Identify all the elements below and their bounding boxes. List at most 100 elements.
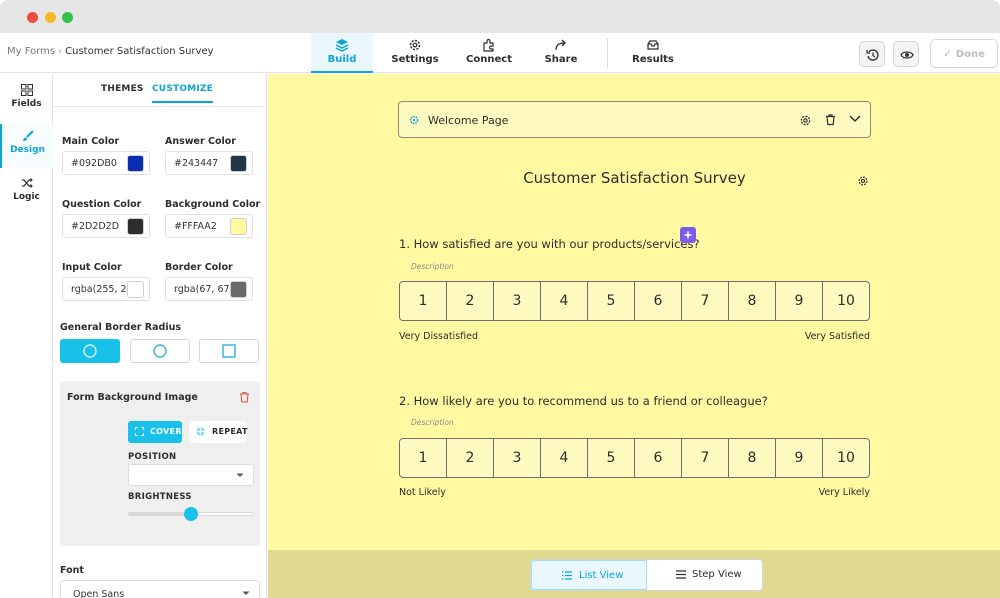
border-color-swatch[interactable] — [230, 281, 247, 298]
scale-option[interactable]: 1 — [400, 439, 447, 477]
history-button[interactable] — [859, 41, 885, 67]
question-color-value: #2D2D2D — [71, 221, 120, 232]
question-2-text[interactable]: 2. How likely are you to recommend us to… — [399, 394, 768, 408]
gear-icon — [409, 115, 419, 125]
input-color-label: Input Color — [62, 262, 122, 273]
tab-connect[interactable]: Connect — [460, 33, 518, 73]
close-window-button[interactable] — [27, 12, 38, 23]
position-label: POSITION — [128, 452, 177, 462]
done-button[interactable]: ✓ Done — [930, 39, 998, 68]
square-icon — [222, 344, 236, 358]
answer-color-field[interactable]: #243447 — [165, 151, 253, 175]
circle-outline-icon — [153, 344, 167, 358]
question-1-scale: 1 2 3 4 5 6 7 8 9 10 — [399, 281, 870, 321]
scale-option[interactable]: 5 — [588, 282, 635, 320]
scale-option[interactable]: 8 — [729, 282, 776, 320]
scale-option[interactable]: 9 — [776, 439, 823, 477]
question-2-description[interactable]: Description — [411, 418, 454, 427]
scale-option[interactable]: 7 — [682, 439, 729, 477]
tab-settings[interactable]: Settings — [386, 33, 444, 73]
trash-icon[interactable] — [239, 391, 250, 403]
eye-icon — [900, 51, 914, 59]
minimize-window-button[interactable] — [45, 12, 56, 23]
background-color-field[interactable]: #FFFAA2 — [165, 214, 253, 238]
radius-round-button[interactable] — [60, 339, 120, 363]
tab-themes[interactable]: THEMES — [101, 84, 144, 94]
question-1-max-label[interactable]: Very Satisfied — [805, 331, 870, 342]
breadcrumb-separator: › — [58, 46, 63, 57]
tab-build[interactable]: Build — [311, 33, 373, 73]
tab-share[interactable]: Share — [534, 33, 588, 73]
scale-option[interactable]: 3 — [494, 439, 541, 477]
chevron-down-icon[interactable] — [849, 115, 861, 123]
question-1-description[interactable]: Description — [411, 262, 454, 271]
main-color-label: Main Color — [62, 136, 120, 147]
font-select[interactable]: Open Sans — [60, 580, 260, 598]
puzzle-icon — [483, 38, 494, 52]
question-2-max-label[interactable]: Very Likely — [819, 487, 870, 498]
expand-icon — [135, 427, 144, 436]
compress-icon — [196, 427, 205, 436]
answer-color-swatch[interactable] — [230, 155, 247, 172]
ai-sparkle-button[interactable] — [680, 227, 696, 243]
background-color-swatch[interactable] — [230, 218, 247, 235]
question-1-text[interactable]: 1. How satisfied are you with our produc… — [399, 237, 700, 251]
scale-option[interactable]: 10 — [823, 439, 869, 477]
repeat-button[interactable]: REPEAT — [189, 421, 248, 443]
bg-image-label: Form Background Image — [67, 392, 198, 403]
radius-medium-button[interactable] — [130, 339, 190, 363]
cover-button[interactable]: COVER — [128, 421, 182, 443]
scale-option[interactable]: 5 — [588, 439, 635, 477]
scale-option[interactable]: 8 — [729, 439, 776, 477]
question-2-min-label[interactable]: Not Likely — [399, 487, 446, 498]
maximize-window-button[interactable] — [62, 12, 73, 23]
settings-icon[interactable] — [799, 114, 812, 127]
repeat-label: REPEAT — [212, 427, 248, 436]
tab-results[interactable]: Results — [626, 33, 680, 73]
left-rail: Fields Design Logic — [0, 74, 53, 598]
main-color-field[interactable]: #092DB0 — [62, 151, 150, 175]
welcome-page-bar[interactable]: Welcome Page — [398, 101, 871, 138]
rail-item-logic[interactable]: Logic — [0, 171, 53, 215]
list-view-button[interactable]: List View — [531, 560, 647, 590]
input-color-field[interactable]: rgba(255, 255, 255, 1) — [62, 277, 150, 301]
scale-option[interactable]: 7 — [682, 282, 729, 320]
input-color-swatch[interactable] — [127, 281, 144, 298]
question-color-swatch[interactable] — [127, 218, 144, 235]
border-radius-label: General Border Radius — [60, 322, 181, 333]
question-1-min-label[interactable]: Very Dissatisfied — [399, 331, 478, 342]
title-bar — [0, 0, 1000, 33]
form-canvas: Welcome Page Customer Satisfaction Surve… — [268, 74, 1000, 598]
scale-option[interactable]: 4 — [541, 439, 588, 477]
title-settings-icon[interactable] — [857, 175, 869, 187]
position-select[interactable] — [128, 464, 254, 486]
scale-option[interactable]: 3 — [494, 282, 541, 320]
scale-option[interactable]: 2 — [447, 282, 494, 320]
brightness-slider-thumb[interactable] — [184, 507, 198, 521]
main-color-swatch[interactable] — [127, 155, 144, 172]
brush-icon — [22, 130, 34, 141]
step-view-button[interactable]: Step View — [647, 560, 762, 590]
brightness-slider[interactable] — [128, 507, 254, 521]
check-icon: ✓ — [943, 47, 953, 60]
scale-option[interactable]: 6 — [635, 439, 682, 477]
step-view-label: Step View — [692, 569, 742, 580]
scale-option[interactable]: 6 — [635, 282, 682, 320]
trash-icon[interactable] — [825, 113, 836, 126]
border-color-field[interactable]: rgba(67, 67, 67, 1) — [165, 277, 253, 301]
rail-item-design[interactable]: Design — [0, 124, 53, 168]
rail-item-fields[interactable]: Fields — [0, 78, 53, 122]
scale-option[interactable]: 1 — [400, 282, 447, 320]
scale-option[interactable]: 9 — [776, 282, 823, 320]
form-title[interactable]: Customer Satisfaction Survey — [398, 169, 871, 187]
scale-option[interactable]: 2 — [447, 439, 494, 477]
scale-option[interactable]: 10 — [823, 282, 869, 320]
scale-option[interactable]: 4 — [541, 282, 588, 320]
font-select-value: Open Sans — [73, 589, 125, 598]
radius-square-button[interactable] — [199, 339, 259, 363]
tab-customize[interactable]: CUSTOMIZE — [152, 84, 213, 103]
breadcrumb-root-link[interactable]: My Forms — [7, 46, 55, 57]
question-color-field[interactable]: #2D2D2D — [62, 214, 150, 238]
preview-button[interactable] — [893, 41, 919, 67]
view-toggle: List View Step View — [530, 559, 763, 591]
